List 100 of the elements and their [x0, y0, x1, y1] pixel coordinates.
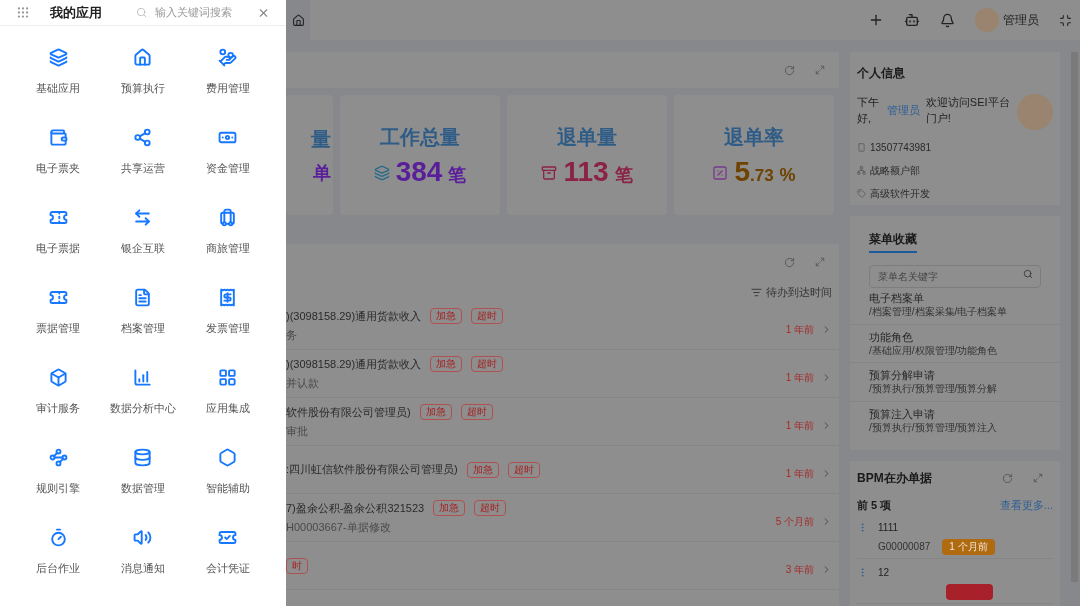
app-tile[interactable]: 费用管理	[185, 46, 270, 126]
stat-value: 384	[395, 157, 443, 186]
avatar[interactable]	[975, 8, 999, 32]
search-field[interactable]: 菜单名关键字	[869, 265, 1041, 288]
tag: 超时	[471, 355, 504, 372]
todo-time: 1 年前	[785, 371, 814, 385]
app-label: 费用管理	[205, 81, 250, 96]
favorites-tab[interactable]: 菜单收藏	[869, 230, 917, 253]
app-tile[interactable]: 会计凭证	[185, 526, 270, 606]
bpm-item[interactable]: 12	[857, 564, 1053, 604]
layers-icon	[48, 48, 68, 67]
app-label: 会计凭证	[205, 561, 250, 576]
bpm-code: G00000087	[878, 540, 931, 554]
share-icon	[133, 128, 153, 147]
position: 高级软件开发	[870, 187, 930, 201]
ticket-icon	[48, 288, 68, 307]
app-tile[interactable]: 规则引擎	[16, 446, 101, 526]
count-label: 前 5 项	[857, 498, 892, 513]
favorite-item[interactable]: 功能角色 /基础应用/权限管理/功能角色	[850, 324, 1060, 363]
app-tile[interactable]: 后台作业	[16, 526, 101, 606]
app-label: 银企互联	[121, 241, 165, 256]
cube-icon	[48, 368, 68, 387]
greeting: 下午好,	[857, 95, 880, 126]
avatar	[1017, 94, 1053, 130]
app-label: 预算执行	[121, 81, 165, 96]
sort-button[interactable]: 待办到达时间	[766, 283, 832, 301]
apps-icon[interactable]	[16, 5, 30, 20]
tag: 超时	[474, 499, 507, 516]
app-tile[interactable]: 消息通知	[100, 526, 186, 606]
favorite-path: /预算执行/预算管理/预算注入	[869, 421, 999, 435]
app-tile[interactable]: 电子票夹	[16, 126, 101, 206]
favorite-item[interactable]: 预算分解申请 /预算执行/预算管理/预算分解	[850, 363, 1060, 402]
search-field[interactable]: 输入关键词搜索	[154, 4, 245, 21]
app-tile[interactable]: 预算执行	[100, 46, 186, 126]
app-tile[interactable]: 发票管理	[185, 286, 270, 366]
bpm-title: 12	[878, 565, 891, 580]
sort-icon[interactable]	[751, 286, 762, 298]
app-label: 电子票夹	[36, 161, 81, 176]
arrows-icon	[133, 208, 153, 227]
ticket-icon	[218, 528, 238, 547]
expand-icon[interactable]	[1033, 473, 1043, 483]
refresh-icon[interactable]	[784, 64, 795, 76]
app-tile[interactable]: 数据分析中心	[100, 366, 186, 446]
todo-time: 3 年前	[785, 563, 814, 577]
home-icon[interactable]	[291, 13, 305, 27]
app-tile[interactable]: 票据管理	[16, 286, 101, 366]
stat-unit: 单	[313, 161, 331, 185]
add-icon[interactable]	[868, 12, 884, 28]
todo-title: )(3098158.29)通用货款收入	[286, 356, 422, 372]
app-label: 发票管理	[205, 321, 250, 336]
todo-row[interactable]: )(3098158.29)通用货款收入 加急 超时 并认款 1 年前	[286, 350, 839, 398]
app-tile[interactable]: 数据管理	[100, 446, 186, 526]
app-tile[interactable]: 基础应用	[16, 46, 101, 126]
app-label: 数据分析中心	[110, 401, 176, 416]
robot-icon[interactable]	[904, 12, 920, 28]
todo-time: 5 个月前	[775, 515, 814, 529]
favorite-name: 电子档案单	[869, 291, 925, 306]
app-label: 商旅管理	[205, 241, 250, 256]
app-tile[interactable]: 电子票据	[16, 206, 101, 286]
expand-icon[interactable]	[815, 65, 825, 75]
favorite-name: 预算分解申请	[869, 368, 936, 383]
app-tile[interactable]: 应用集成	[185, 366, 270, 446]
wallet-icon	[48, 128, 68, 147]
house-icon	[133, 48, 153, 67]
speaker-icon	[133, 528, 153, 547]
app-tile[interactable]: 智能辅助	[185, 446, 270, 526]
refresh-icon[interactable]	[784, 256, 795, 268]
favorite-item[interactable]: 预算注入申请 /预算执行/预算管理/预算注入	[850, 401, 1060, 440]
favorite-path: /档案管理/档案采集/电子档案单	[869, 305, 1009, 319]
todo-row[interactable]: 7)盈余公积-盈余公积321523 加急 超时 H00003667-单据修改 5 个月前	[286, 494, 839, 542]
refresh-icon[interactable]	[1002, 472, 1013, 484]
bell-icon[interactable]	[940, 12, 955, 28]
hexagon-icon	[218, 448, 238, 467]
app-tile[interactable]: 档案管理	[100, 286, 186, 366]
app-tile[interactable]: 共享运营	[100, 126, 186, 206]
time-badge: 1 个月前	[942, 538, 995, 555]
todo-time: 1 年前	[785, 467, 814, 481]
app-label: 基础应用	[36, 81, 81, 96]
favorite-item[interactable]: 电子档案单 /档案管理/档案采集/电子档案单	[850, 286, 1060, 325]
expand-icon[interactable]	[815, 257, 825, 267]
bpm-item[interactable]: 1111 G00000087 1 个月前	[857, 519, 1053, 559]
todo-time: 1 年前	[785, 323, 814, 337]
app-tile[interactable]: 商旅管理	[185, 206, 270, 286]
app-label: 规则引擎	[36, 481, 81, 496]
app-tile[interactable]: 银企互联	[100, 206, 186, 286]
todo-row[interactable]: )(3098158.29)通用货款收入 加急 超时 务 1 年前	[286, 302, 839, 350]
stat-value: 113	[563, 157, 609, 186]
app-tile[interactable]: 资金管理	[185, 126, 270, 206]
fullscreen-icon[interactable]	[1059, 13, 1072, 27]
todo-row[interactable]: 软件股份有限公司管理员) 加急 超时 审批 1 年前	[286, 398, 839, 446]
stat-title: 量	[311, 126, 331, 152]
tag: 超时	[471, 307, 504, 324]
todo-title: :四川虹信软件股份有限公司管理员)	[286, 462, 458, 478]
drawer-title: 我的应用	[49, 3, 102, 22]
favorite-path: /预算执行/预算管理/预算分解	[869, 382, 999, 396]
todo-row[interactable]: :四川虹信软件股份有限公司管理员) 加急 超时 1 年前	[286, 446, 839, 494]
app-tile[interactable]: 审计服务	[16, 366, 101, 446]
phone-number: 13507743981	[870, 141, 932, 155]
user-name[interactable]: 管理员	[1003, 11, 1039, 29]
bpm-title: 1111	[878, 520, 900, 535]
